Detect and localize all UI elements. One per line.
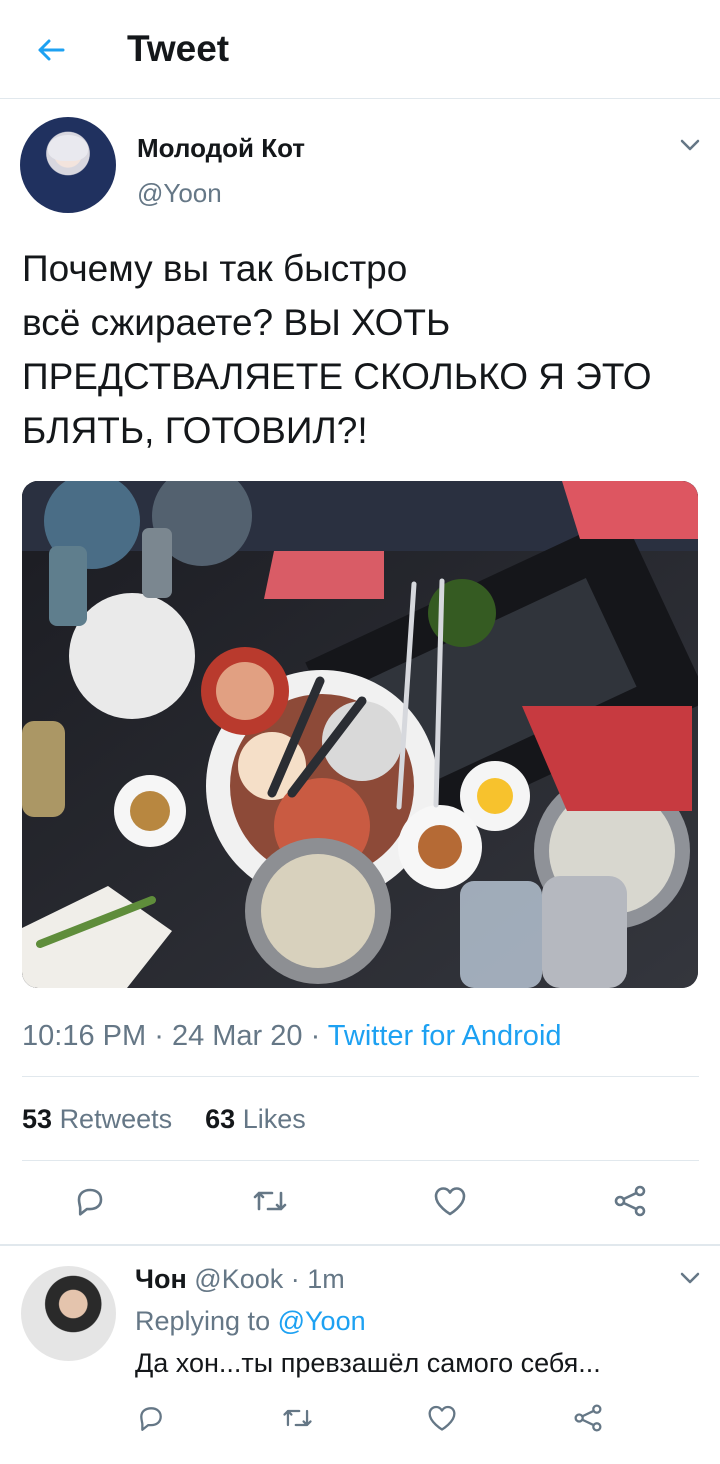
reply-icon: [136, 1403, 166, 1433]
like-button[interactable]: [430, 1181, 470, 1221]
food-table-image: [22, 481, 698, 988]
stats-divider-top: [22, 1076, 699, 1077]
tweet-time: 10:16 PM: [22, 1020, 147, 1052]
tweet-text-line: БЛЯТЬ, ГОТОВИЛ?!: [22, 410, 368, 451]
reply-share-button[interactable]: [568, 1398, 608, 1438]
reply-author-name[interactable]: Чон: [135, 1264, 187, 1294]
header-title: Tweet: [127, 28, 230, 69]
retweet-label[interactable]: Retweets: [60, 1104, 173, 1134]
reply-like-button[interactable]: [422, 1398, 462, 1438]
tweet-menu-button[interactable]: [676, 131, 704, 159]
chevron-down-icon: [679, 1267, 701, 1289]
tweet-stats: 53 Retweets 63 Likes: [22, 1104, 306, 1135]
reply-time: 1m: [307, 1264, 345, 1294]
replying-to-line: Replying to @Yoon: [135, 1306, 366, 1337]
stats-divider-bottom: [22, 1160, 699, 1161]
reply-text: Да хон...ты превзашёл самого себя...: [135, 1348, 601, 1378]
retweet-button[interactable]: [250, 1181, 290, 1221]
reply-separator: ·: [290, 1264, 300, 1294]
retweet-count[interactable]: 53: [22, 1104, 52, 1134]
share-icon: [612, 1184, 648, 1218]
tweet-text: Почему вы так быстро всё сжираете? ВЫ ХО…: [22, 242, 712, 458]
reply-retweet-button[interactable]: [277, 1398, 317, 1438]
reply-author-avatar[interactable]: [21, 1266, 116, 1361]
author-name[interactable]: Молодой Кот: [137, 133, 305, 164]
tweet-timestamp: 10:16 PM · 24 Mar 20 · Twitter for Andro…: [22, 1020, 562, 1053]
reply-author-handle[interactable]: @Kook: [194, 1264, 283, 1294]
reply-header: Чон @Kook · 1m: [135, 1264, 345, 1295]
arrow-left-icon: [34, 34, 66, 66]
back-button[interactable]: [30, 30, 70, 70]
tweet-text-line: ПРЕДСТВАЛЯЕТЕ СКОЛЬКО Я ЭТО: [22, 356, 652, 397]
top-header: Tweet: [0, 0, 720, 99]
heart-icon: [432, 1184, 468, 1218]
share-icon: [572, 1403, 604, 1433]
replying-mention[interactable]: @Yoon: [278, 1306, 366, 1336]
reply-section-separator: [0, 1244, 720, 1246]
chevron-down-icon: [679, 134, 701, 156]
reply-reply-button[interactable]: [131, 1398, 171, 1438]
retweet-icon: [251, 1184, 289, 1218]
reply-menu-button[interactable]: [676, 1264, 704, 1292]
like-count[interactable]: 63: [205, 1104, 235, 1134]
tweet-source-link[interactable]: Twitter for Android: [328, 1020, 562, 1052]
tweet-text-line: всё сжираете? ВЫ ХОТЬ: [22, 302, 451, 343]
author-avatar[interactable]: [20, 117, 116, 213]
meta-separator: ·: [310, 1020, 321, 1052]
retweet-icon: [281, 1403, 314, 1433]
reply-icon: [73, 1184, 107, 1218]
replying-prefix: Replying to: [135, 1306, 271, 1336]
tweet-text-line: Почему вы так быстро: [22, 248, 408, 289]
tweet-photo[interactable]: [22, 481, 698, 988]
reply-button[interactable]: [70, 1181, 110, 1221]
share-button[interactable]: [610, 1181, 650, 1221]
author-handle[interactable]: @Yoon: [137, 178, 222, 209]
meta-separator: ·: [154, 1020, 164, 1052]
like-label[interactable]: Likes: [243, 1104, 306, 1134]
heart-icon: [426, 1403, 458, 1433]
tweet-date: 24 Mar 20: [171, 1020, 303, 1052]
